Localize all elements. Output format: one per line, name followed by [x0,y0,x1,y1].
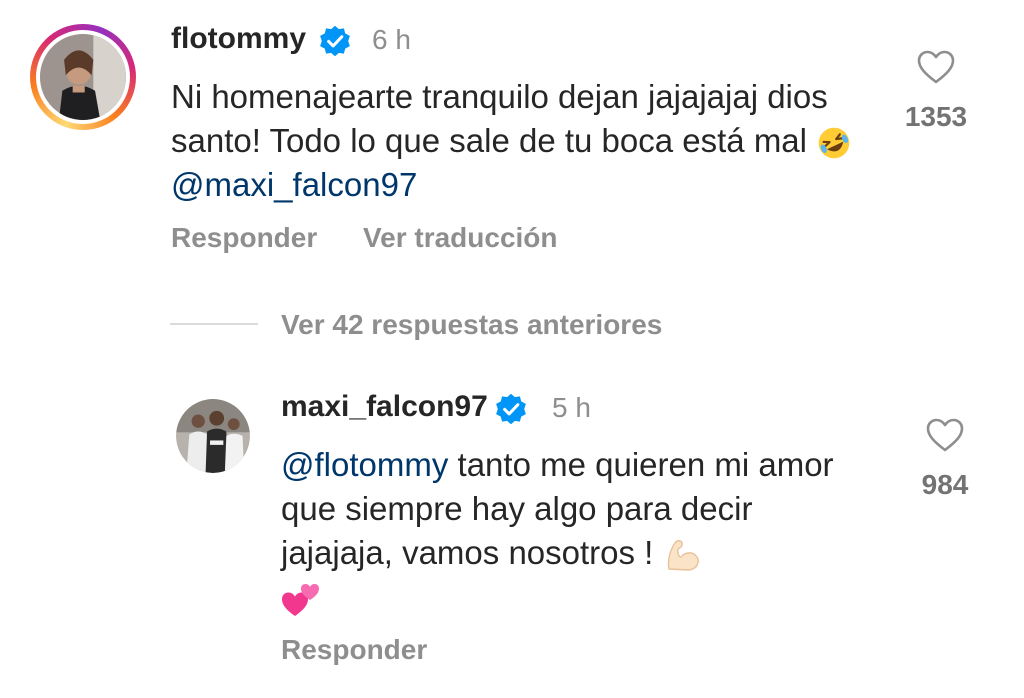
verified-badge-icon [496,393,526,425]
reply-like-heart-icon[interactable] [925,416,965,456]
maxi-falcon97-avatar[interactable] [176,399,250,473]
comment-like-heart-icon[interactable] [916,48,956,88]
comment-body: Ni homenajearte tranquilo dejan jajajaja… [171,78,828,159]
reply-mention[interactable]: @flotommy [281,446,448,483]
rolling-on-floor-laughing-icon [818,127,850,159]
comment-text: Ni homenajearte tranquilo dejan jajajaja… [171,75,861,207]
reply-username[interactable]: maxi_falcon97 [281,390,488,424]
reply-like-count: 984 [921,469,969,500]
flexed-biceps-icon [667,540,699,571]
view-previous-replies-button[interactable]: Ver 42 respuestas anteriores [281,309,662,341]
comment-username[interactable]: flotommy [171,22,306,56]
reply-time: 5 h [552,392,591,423]
comments-screen: flotommy 6 h Ni homenajearte tranquilo d… [0,0,1024,698]
reply-reply-button[interactable]: Responder [281,634,427,666]
comment-like-count: 1353 [904,101,968,132]
reply-text: @flotommy tanto me quieren mi amor que s… [281,443,861,620]
avatar-photo [40,34,126,120]
verified-badge-icon [320,25,350,57]
thread-divider [170,323,258,325]
comment-reply-button[interactable]: Responder [171,222,317,254]
avatar-photo [176,399,250,473]
comment-time: 6 h [372,24,411,55]
flotommy-avatar[interactable] [30,24,136,130]
two-hearts-icon [282,583,319,616]
comment-mention[interactable]: @maxi_falcon97 [171,166,417,203]
see-translation-button[interactable]: Ver traducción [363,222,558,254]
